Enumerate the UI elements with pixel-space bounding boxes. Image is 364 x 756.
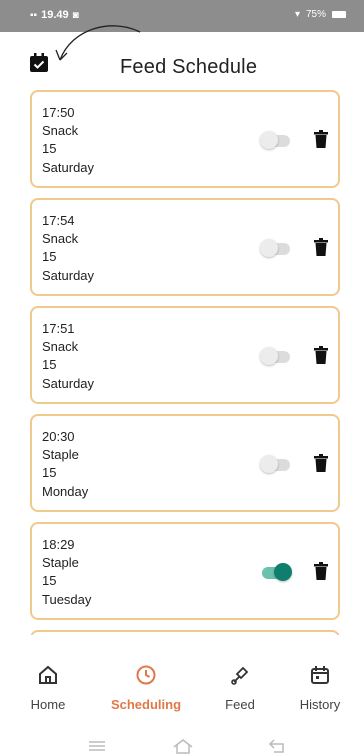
signal-icon: ▪▪	[30, 9, 38, 21]
battery-level: 75%	[305, 9, 326, 20]
schedule-time: 17:54	[42, 213, 75, 228]
nav-home[interactable]: Home	[6, 664, 90, 722]
nav-home-label: Home	[30, 697, 66, 712]
schedule-amount: 15	[42, 357, 57, 373]
schedule-card[interactable]: 18:29 Staple 15 Tuesday	[30, 522, 340, 620]
home-icon	[39, 665, 57, 684]
schedule-type: Snack	[42, 339, 79, 355]
schedule-day: Tuesday	[42, 591, 92, 607]
schedule-type: Staple	[42, 447, 79, 463]
nav-history[interactable]: History	[278, 664, 362, 722]
nav-history-label: History	[299, 697, 341, 712]
battery-icon	[332, 11, 346, 18]
delete-icon[interactable]	[314, 454, 328, 472]
schedule-time: 20:30	[42, 429, 75, 444]
schedule-time: 18:29	[42, 537, 75, 552]
schedule-amount: 15	[42, 249, 57, 265]
nav-scheduling[interactable]: Scheduling	[104, 664, 188, 722]
schedule-amount: 15	[42, 141, 57, 157]
menu-icon[interactable]	[88, 740, 106, 752]
schedule-amount: 15	[42, 465, 57, 481]
back-icon[interactable]	[268, 738, 288, 754]
schedule-amount: 15	[42, 573, 57, 589]
delete-icon[interactable]	[314, 562, 328, 580]
schedule-day: Saturday	[42, 375, 95, 391]
delete-icon[interactable]	[314, 346, 328, 364]
nav-scheduling-label: Scheduling	[110, 697, 182, 712]
nav-feed[interactable]: Feed	[198, 664, 282, 722]
schedule-day: Saturday	[42, 159, 95, 175]
wifi-icon: ▾	[294, 9, 300, 20]
schedule-list[interactable]: 17:50 Snack 15 Saturday 17:54 Snack 15 S…	[28, 90, 344, 635]
schedule-time: 17:50	[42, 105, 75, 120]
schedule-day: Monday	[42, 483, 89, 499]
schedule-toggle[interactable]	[260, 562, 294, 582]
schedule-card[interactable]: 17:50 Snack 15 Saturday	[30, 90, 340, 188]
schedule-time: 17:51	[42, 321, 75, 336]
status-time: 19.49	[41, 9, 69, 21]
calendar-icon[interactable]	[28, 52, 50, 74]
bottom-nav: Home Scheduling Feed History	[0, 664, 364, 722]
schedule-card[interactable]: 17:51 Snack 15 Saturday	[30, 306, 340, 404]
schedule-card[interactable]: 17:54 Snack 15 Saturday	[30, 198, 340, 296]
schedule-toggle[interactable]	[260, 454, 294, 474]
schedule-day: Saturday	[42, 267, 95, 283]
notification-icon: ◙	[72, 9, 79, 21]
schedule-card-partial[interactable]	[30, 630, 340, 635]
delete-icon[interactable]	[314, 238, 328, 256]
system-nav-bar	[0, 732, 364, 756]
schedule-card[interactable]: 20:30 Staple 15 Monday	[30, 414, 340, 512]
schedule-type: Staple	[42, 555, 79, 571]
nav-feed-label: Feed	[225, 697, 255, 712]
feed-icon	[231, 666, 249, 685]
home-button-icon[interactable]	[172, 738, 194, 754]
calendar-icon	[311, 666, 329, 684]
schedule-type: Snack	[42, 123, 79, 139]
schedule-toggle[interactable]	[260, 346, 294, 366]
page-title: Feed Schedule	[120, 56, 258, 78]
delete-icon[interactable]	[314, 130, 328, 148]
status-bar: ▪▪ 19.49 ◙ ▾ 75%	[0, 0, 364, 32]
clock-icon	[136, 665, 156, 685]
schedule-toggle[interactable]	[260, 238, 294, 258]
schedule-toggle[interactable]	[260, 130, 294, 150]
schedule-type: Snack	[42, 231, 79, 247]
